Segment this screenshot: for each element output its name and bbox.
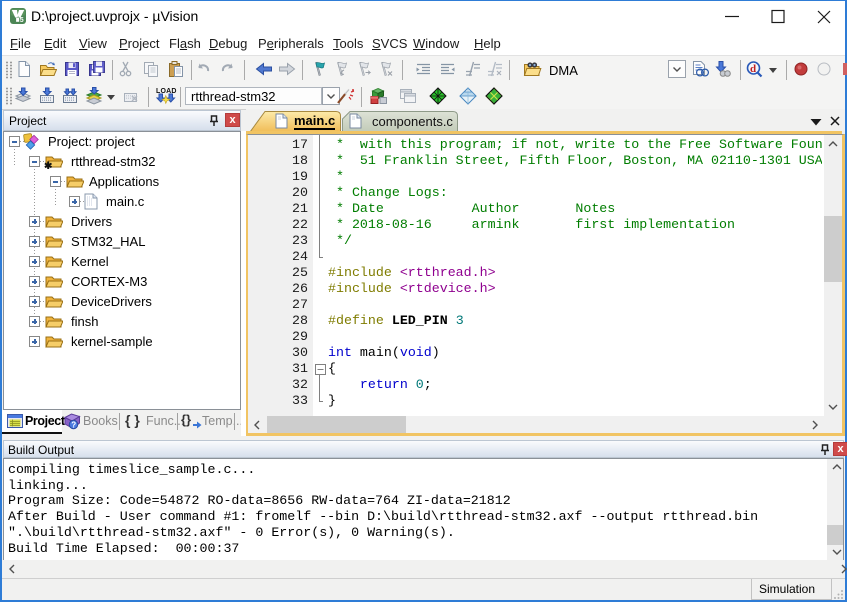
svg-text:5: 5 bbox=[20, 17, 24, 24]
svg-text:✱: ✱ bbox=[44, 161, 53, 169]
svg-text:?: ? bbox=[71, 421, 76, 430]
svg-text:d: d bbox=[750, 63, 756, 75]
